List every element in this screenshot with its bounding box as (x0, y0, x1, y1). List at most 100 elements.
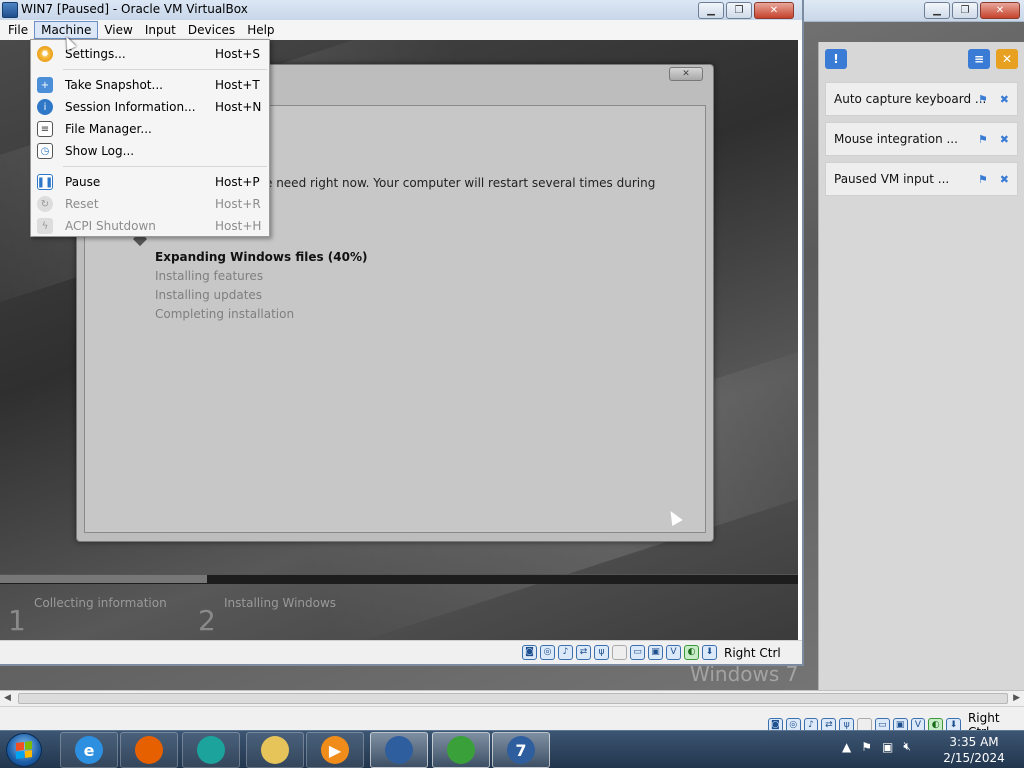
menu-item-pause[interactable]: ❚❚ Pause Host+P (31, 172, 269, 192)
reset-icon: ↻ (37, 196, 53, 212)
close-icon[interactable]: ✖ (1000, 173, 1009, 186)
video-capture-icon[interactable]: ▣ (648, 645, 663, 660)
menu-file[interactable]: File (2, 22, 34, 38)
taskbar-clock[interactable]: 3:35 AM 2/15/2024 (940, 734, 1008, 766)
menu-item-shortcut: Host+P (215, 175, 260, 189)
folder-icon (261, 736, 289, 764)
notification-text: Paused VM input ... (834, 172, 950, 186)
menu-item-shortcut: Host+S (215, 47, 260, 61)
menu-separator (63, 69, 267, 70)
volume-muted-icon[interactable]: 🔇︎ (903, 739, 911, 754)
menu-item-shortcut: Host+R (215, 197, 261, 211)
taskbar-button-virtualbox[interactable] (370, 732, 428, 768)
do-not-show-icon[interactable]: ⚑ (978, 93, 988, 106)
vm-titlebar: WIN7 [Paused] - Oracle VM VirtualBox ▁ ❐… (0, 0, 802, 20)
menu-item-file-manager[interactable]: ≡ File Manager... (31, 119, 269, 139)
vm-menubar: File Machine View Input Devices Help (0, 20, 802, 40)
vm-window-title: WIN7 [Paused] - Oracle VM VirtualBox (21, 2, 248, 16)
setup-step: Installing updates (155, 288, 263, 302)
close-icon[interactable]: ✖ (1000, 133, 1009, 146)
pause-icon: ❚❚ (37, 174, 53, 190)
notification-toggle-icon[interactable]: ≡ (968, 49, 990, 69)
taskbar-button-win7-vm[interactable]: 7 (492, 732, 550, 768)
system-tray: ▲ ⚑ ▣ 🔇︎ (842, 739, 911, 754)
clock-time: 3:35 AM (949, 735, 999, 749)
notification-item[interactable]: Mouse integration ... ⚑ ✖ (825, 122, 1018, 156)
taskbar-button-explorer[interactable] (246, 732, 304, 768)
notification-toolbar: ! ≡ ✕ (819, 42, 1024, 76)
phase-number: 2 (198, 604, 216, 637)
phase-number: 1 (8, 604, 26, 637)
windows-logo-icon (16, 741, 32, 759)
phase-label: Collecting information (34, 596, 167, 610)
shared-folders-icon[interactable] (612, 645, 627, 660)
menu-help[interactable]: Help (241, 22, 280, 38)
outer-close-button[interactable]: ✕ (980, 2, 1020, 19)
optical-drive-icon[interactable]: ◎ (540, 645, 555, 660)
firefox-icon (135, 736, 163, 764)
settings-gear-icon: ✹ (37, 46, 53, 62)
audio-icon[interactable]: ♪ (558, 645, 573, 660)
phase-label: Installing Windows (224, 596, 337, 610)
scroll-left-arrow-icon[interactable]: ◀ (4, 693, 11, 703)
menu-item-label: Session Information... (65, 100, 196, 114)
internet-explorer-icon: e (75, 736, 103, 764)
menu-item-session-information[interactable]: i Session Information... Host+N (31, 97, 269, 117)
display-icon[interactable]: ▭ (630, 645, 645, 660)
notification-item[interactable]: Auto capture keyboard ... ⚑ ✖ (825, 82, 1018, 116)
start-button[interactable] (6, 733, 42, 767)
show-log-icon: ◷ (37, 143, 53, 159)
hard-disk-icon[interactable]: ◙ (522, 645, 537, 660)
virtualbox-app-icon (2, 2, 18, 18)
action-center-flag-icon[interactable]: ⚑ (861, 740, 872, 754)
notification-alert-icon[interactable]: ! (825, 49, 847, 69)
do-not-show-icon[interactable]: ⚑ (978, 133, 988, 146)
close-icon[interactable]: ✖ (1000, 93, 1009, 106)
media-icon (197, 736, 225, 764)
menu-view[interactable]: View (98, 22, 138, 38)
session-info-icon: i (37, 99, 53, 115)
menu-item-take-snapshot[interactable]: + Take Snapshot... Host+T (31, 75, 269, 95)
taskbar-button-media-player[interactable]: ▶ (306, 732, 364, 768)
vm-minimize-button[interactable]: ▁ (698, 2, 724, 19)
do-not-show-icon[interactable]: ⚑ (978, 173, 988, 186)
network-icon[interactable]: ⇄ (576, 645, 591, 660)
scrollbar-thumb[interactable] (18, 693, 1008, 704)
vm-restore-button[interactable]: ❐ (726, 2, 752, 19)
notification-item[interactable]: Paused VM input ... ⚑ ✖ (825, 162, 1018, 196)
outer-minimize-button[interactable]: ▁ (924, 2, 950, 19)
menu-item-shortcut: Host+N (215, 100, 262, 114)
guest-additions-icon[interactable]: ◐ (684, 645, 699, 660)
machine-menu-dropdown: ✹ Settings... Host+S + Take Snapshot... … (30, 39, 270, 237)
scroll-right-arrow-icon[interactable]: ▶ (1013, 693, 1020, 703)
taskbar-button-download-manager[interactable] (432, 732, 490, 768)
menu-item-show-log[interactable]: ◷ Show Log... (31, 141, 269, 161)
virtualbox-icon (385, 736, 413, 764)
mouse-integration-icon[interactable]: V (666, 645, 681, 660)
usb-icon[interactable]: ψ (594, 645, 609, 660)
vm-statusbar: ◙ ◎ ♪ ⇄ ψ ▭ ▣ V ◐ ⬇ Right Ctrl (0, 640, 802, 664)
menu-separator (63, 166, 267, 167)
menu-input[interactable]: Input (139, 22, 182, 38)
outer-horizontal-scrollbar[interactable]: ◀ ▶ (0, 690, 1024, 706)
network-tray-icon[interactable]: ▣ (882, 740, 893, 754)
setup-close-button[interactable]: ✕ (669, 67, 703, 81)
keyboard-capture-icon[interactable]: ⬇ (702, 645, 717, 660)
taskbar-button-internet-explorer[interactable]: e (60, 732, 118, 768)
menu-item-label: ACPI Shutdown (65, 219, 156, 233)
menu-item-label: File Manager... (65, 122, 152, 136)
show-hidden-icons-icon[interactable]: ▲ (842, 740, 851, 754)
taskbar-button-firefox[interactable] (120, 732, 178, 768)
vm-close-button[interactable]: ✕ (754, 2, 794, 19)
clock-date: 2/15/2024 (943, 751, 1005, 765)
outer-restore-button[interactable]: ❐ (952, 2, 978, 19)
setup-description: e need right now. Your computer will res… (265, 176, 656, 190)
notification-dismiss-all-icon[interactable]: ✕ (996, 49, 1018, 69)
menu-devices[interactable]: Devices (182, 22, 241, 38)
menu-item-shortcut: Host+T (215, 78, 260, 92)
menu-item-label: Pause (65, 175, 101, 189)
taskbar-button-media-center[interactable] (182, 732, 240, 768)
menu-item-reset: ↻ Reset Host+R (31, 194, 269, 214)
taskbar: e ▶ 7 ▲ ⚑ ▣ 🔇︎ 3:35 AM 2/15/2024 (0, 730, 1024, 768)
win7-vm-icon: 7 (507, 736, 535, 764)
